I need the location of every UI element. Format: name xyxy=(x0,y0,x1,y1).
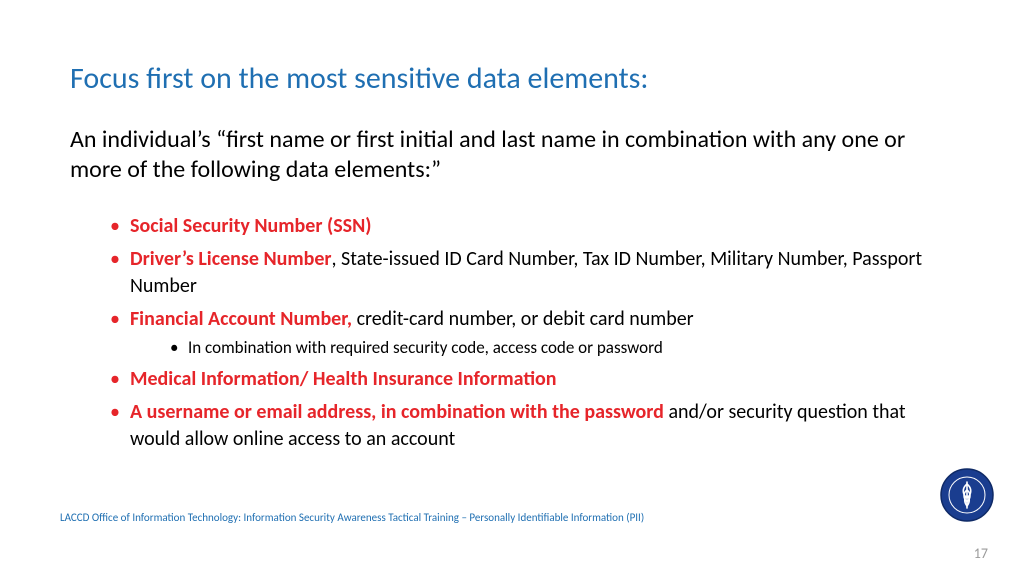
laccd-seal-icon xyxy=(940,468,994,522)
sub-list: In combination with required security co… xyxy=(130,337,954,360)
bullet-bold: Driver’s License Number xyxy=(130,247,332,271)
intro-paragraph: An individual’s “first name or first ini… xyxy=(70,125,954,185)
bullet-list: Social Security Number (SSN) Driver’s Li… xyxy=(70,213,954,453)
page-number: 17 xyxy=(974,545,988,562)
list-item: Financial Account Number, credit-card nu… xyxy=(110,306,954,360)
slide-title: Focus first on the most sensitive data e… xyxy=(70,60,954,97)
bullet-bold: A username or email address, in combinat… xyxy=(130,400,668,424)
bullet-bold: Financial Account Number, xyxy=(130,307,352,331)
list-item: A username or email address, in combinat… xyxy=(110,399,954,453)
footer-text: LACCD Office of Information Technology: … xyxy=(60,511,644,524)
list-item: Medical Information/ Health Insurance In… xyxy=(110,366,954,393)
bullet-rest: credit-card number, or debit card number xyxy=(352,307,694,331)
sub-list-item: In combination with required security co… xyxy=(170,337,954,360)
list-item: Driver’s License Number, State-issued ID… xyxy=(110,246,954,300)
bullet-bold: Medical Information/ Health Insurance In… xyxy=(130,367,557,391)
list-item: Social Security Number (SSN) xyxy=(110,213,954,240)
slide-body: Focus first on the most sensitive data e… xyxy=(0,0,1024,576)
bullet-bold: Social Security Number (SSN) xyxy=(130,214,372,238)
